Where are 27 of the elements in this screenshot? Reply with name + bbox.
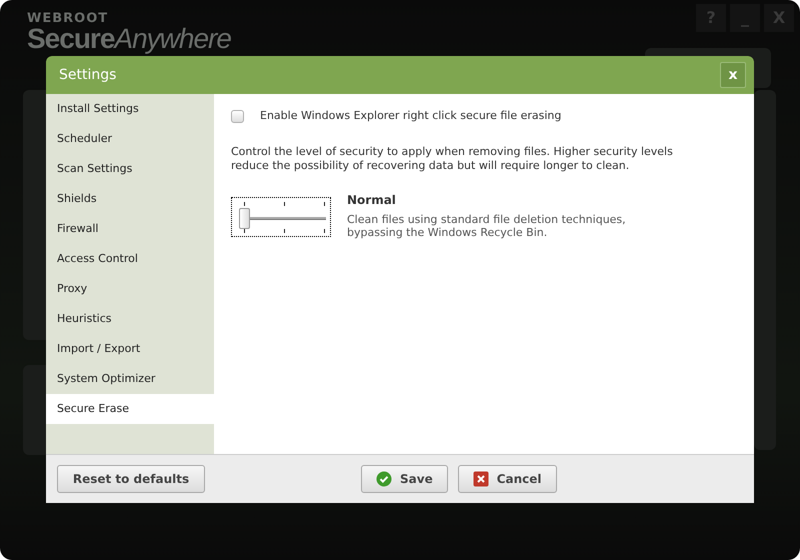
reset-button[interactable]: Reset to defaults xyxy=(57,465,205,493)
sidebar-item[interactable]: Scheduler xyxy=(46,124,214,154)
sidebar-item[interactable]: Scan Settings xyxy=(46,154,214,184)
sidebar-item[interactable]: Secure Erase xyxy=(46,394,214,424)
sidebar-item[interactable]: Firewall xyxy=(46,214,214,244)
product-name: SecureAnywhere xyxy=(27,25,231,53)
sidebar-item[interactable]: Shields xyxy=(46,184,214,214)
sidebar-item[interactable]: Proxy xyxy=(46,274,214,304)
brand-logo-text: WEBROOT xyxy=(27,12,110,25)
security-slider[interactable] xyxy=(231,196,331,236)
level-title: Normal xyxy=(347,192,397,208)
check-icon xyxy=(376,471,392,487)
sidebar-item[interactable]: Import / Export xyxy=(46,334,214,364)
sidebar-item[interactable]: Access Control xyxy=(46,244,214,274)
sidebar-item[interactable]: System Optimizer xyxy=(46,364,214,394)
checkbox[interactable] xyxy=(231,110,244,123)
sidebar-item[interactable]: Heuristics xyxy=(46,304,214,334)
cancel-button[interactable]: Cancel xyxy=(458,465,557,493)
slider-thumb[interactable] xyxy=(239,208,250,228)
save-button[interactable]: Save xyxy=(361,465,448,493)
level-description: Clean files using standard file deletion techniques, bypassing the Windows Recycle Bin. xyxy=(347,212,627,238)
description-text: Control the level of security to apply when removing files. Higher security levels reduce the possibility of recovering data but will require longer to clean. xyxy=(231,144,674,172)
close-button[interactable]: x xyxy=(720,62,746,88)
dialog-title: Settings xyxy=(59,66,116,84)
checkbox-label: Enable Windows Explorer right click secure file erasing xyxy=(260,108,562,124)
close-icon xyxy=(472,471,489,487)
sidebar-item[interactable]: Install Settings xyxy=(46,94,214,124)
